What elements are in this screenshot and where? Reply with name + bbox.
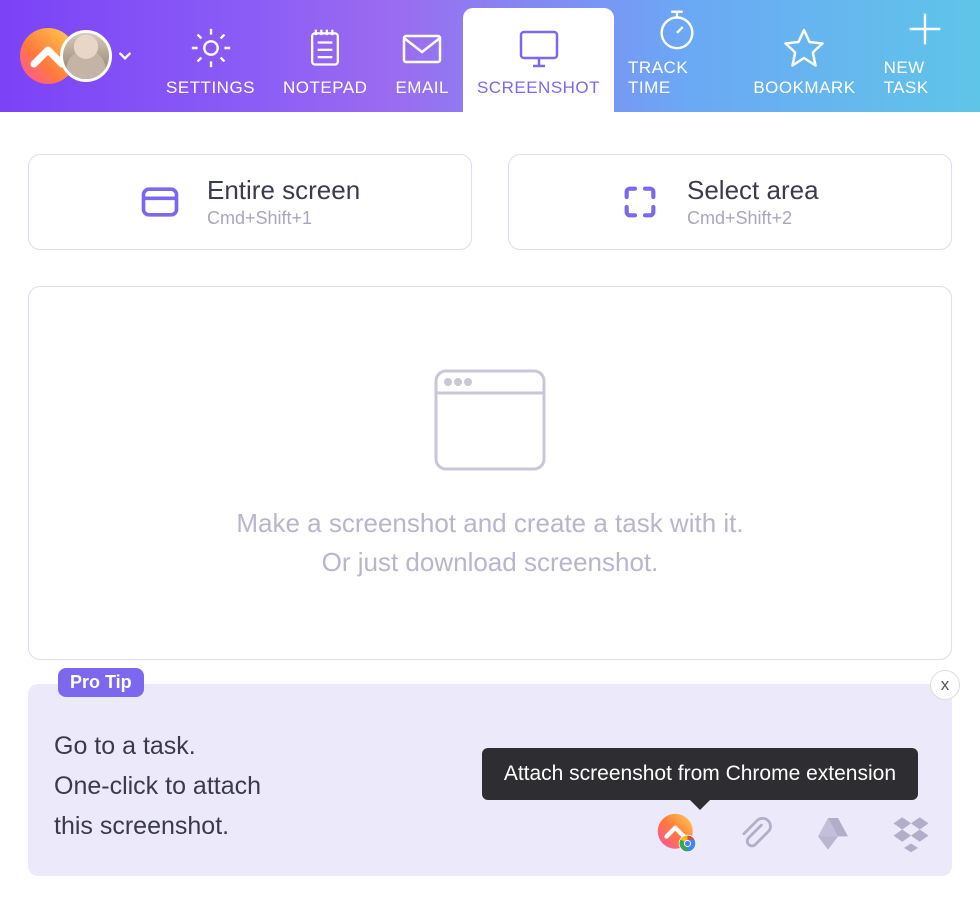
tab-label: EMAIL	[395, 78, 449, 98]
screenshot-options: Entire screen Cmd+Shift+1 Select area Cm…	[0, 112, 980, 250]
tab-email[interactable]: EMAIL	[381, 0, 463, 112]
tab-label: NOTEPAD	[283, 78, 367, 98]
protip-panel: Pro Tip x Go to a task. One-click to att…	[28, 684, 952, 876]
app-header: SETTINGS NOTEPAD EMAIL SCREENSHO	[0, 0, 980, 112]
star-icon	[780, 24, 828, 72]
envelope-icon	[398, 24, 446, 72]
tab-bookmark[interactable]: BOOKMARK	[739, 0, 869, 112]
option-title: Entire screen	[207, 175, 360, 206]
tab-settings[interactable]: SETTINGS	[152, 0, 269, 112]
tab-label: SCREENSHOT	[477, 78, 600, 98]
tab-newtask[interactable]: NEW TASK	[870, 0, 980, 112]
crop-corners-icon	[613, 175, 667, 229]
google-drive-icon[interactable]	[812, 812, 854, 854]
avatar-menu-chevron-icon[interactable]	[118, 49, 132, 63]
tab-notepad[interactable]: NOTEPAD	[269, 0, 381, 112]
attach-icon-row	[656, 812, 932, 854]
screen-outline-icon	[133, 175, 187, 229]
protip-close-button[interactable]: x	[930, 670, 960, 700]
screenshot-empty-state: Make a screenshot and create a task with…	[28, 286, 952, 660]
select-area-button[interactable]: Select area Cmd+Shift+2	[508, 154, 952, 250]
tab-screenshot[interactable]: SCREENSHOT	[463, 8, 614, 112]
attach-tooltip: Attach screenshot from Chrome extension	[482, 748, 918, 800]
paperclip-icon[interactable]	[734, 812, 776, 854]
entire-screen-button[interactable]: Entire screen Cmd+Shift+1	[28, 154, 472, 250]
monitor-icon	[515, 24, 563, 72]
plus-icon	[901, 6, 949, 52]
brand-avatar-group	[8, 0, 152, 112]
gear-icon	[187, 24, 235, 72]
user-avatar[interactable]	[60, 30, 112, 82]
tab-tracktime[interactable]: TRACK TIME	[614, 0, 739, 112]
dropbox-icon[interactable]	[890, 812, 932, 854]
option-shortcut: Cmd+Shift+2	[687, 208, 819, 229]
option-shortcut: Cmd+Shift+1	[207, 208, 360, 229]
app-window-icon	[430, 365, 550, 480]
clickup-extension-icon[interactable]	[656, 812, 698, 854]
tab-label: TRACK TIME	[628, 58, 725, 98]
protip-text: Go to a task. One-click to attach this s…	[54, 726, 394, 846]
tab-label: BOOKMARK	[753, 78, 855, 98]
option-title: Select area	[687, 175, 819, 206]
empty-state-text: Make a screenshot and create a task with…	[236, 504, 743, 582]
stopwatch-icon	[653, 6, 701, 52]
protip-badge: Pro Tip	[58, 668, 144, 697]
tab-label: SETTINGS	[166, 78, 255, 98]
tab-label: NEW TASK	[884, 58, 966, 98]
notepad-icon	[301, 24, 349, 72]
